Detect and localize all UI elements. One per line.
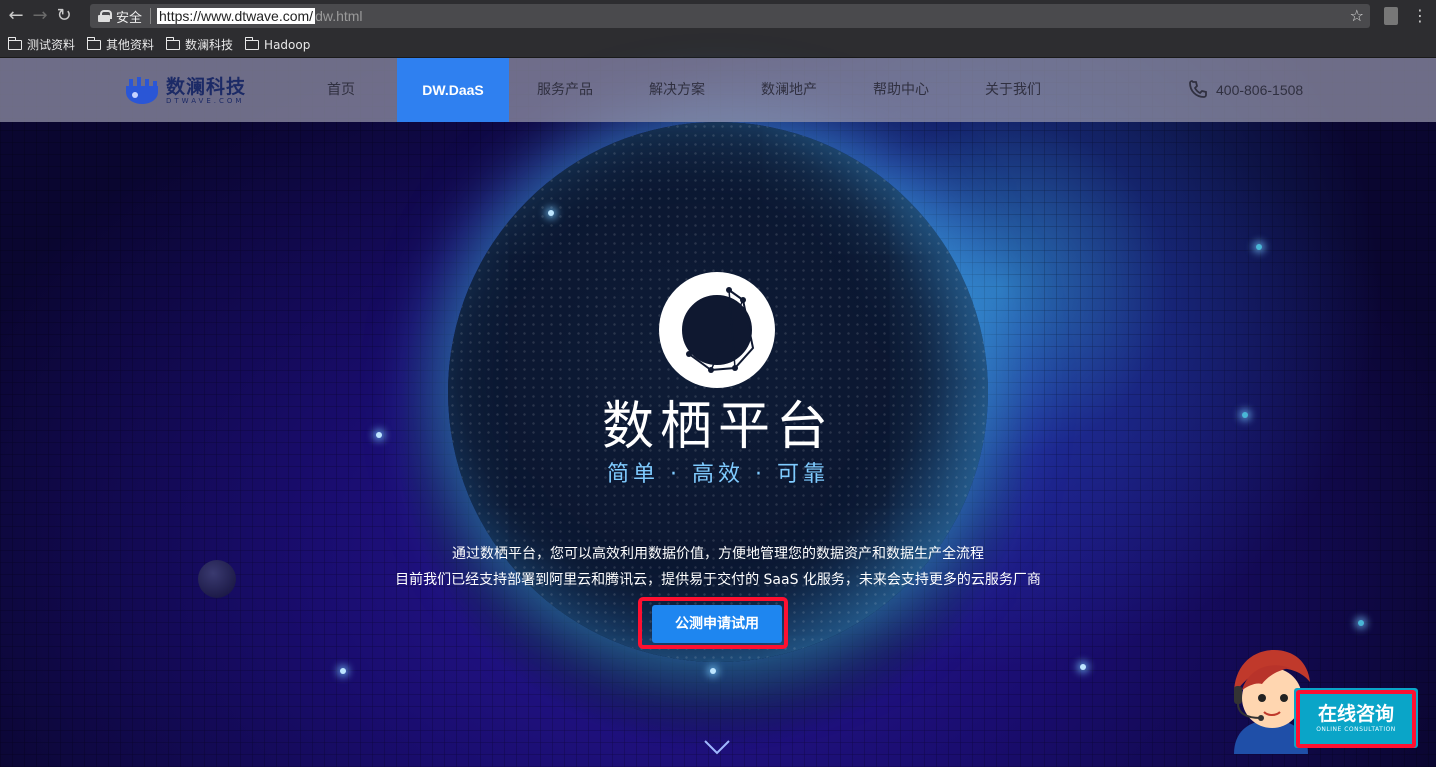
address-divider [150,8,152,24]
star-sparkle [1080,664,1086,670]
apply-trial-button[interactable]: 公测申请试用 [652,605,782,643]
nav-home[interactable]: 首页 [285,58,397,122]
nav-realestate[interactable]: 数澜地产 [733,58,845,122]
nav-dw-daas[interactable]: DW.DaaS [397,58,509,122]
hero-description-line2: 目前我们已经支持部署到阿里云和腾讯云，提供易于交付的 SaaS 化服务，未来会支… [395,572,1041,588]
lock-icon [98,10,112,22]
star-sparkle [340,668,346,674]
folder-icon [86,36,102,50]
platform-title: 数栖平台 [601,397,834,457]
logo-cn: 数澜科技 [166,76,247,98]
nav-help[interactable]: 帮助中心 [845,58,957,122]
star-sparkle [710,668,716,674]
consult-label-cn: 在线咨询 [1317,703,1394,725]
main-nav: 首页 DW.DaaS 服务产品 解决方案 数澜地产 帮助中心 关于我们 [285,58,1069,122]
back-icon[interactable]: ← [4,4,28,28]
star-sparkle [548,210,554,216]
consult-label-en: ONLINE CONSULTATION [1316,726,1396,733]
logo-text: 数澜科技 DTWAVE.COM [166,77,246,105]
scroll-down-chevron-icon[interactable] [703,737,731,757]
reload-icon[interactable]: ↻ [52,4,76,28]
folder-icon [7,36,22,50]
platform-tagline: 简单 · 高效 · 可靠 [607,462,829,487]
bookmark-star-icon[interactable]: ☆ [1350,4,1364,28]
bookmark-folder[interactable]: 其他资料 [86,36,155,53]
bookmark-label: 其他资料 [106,38,155,52]
folder-icon [165,36,181,50]
star-sparkle [1358,620,1364,626]
nav-solutions[interactable]: 解决方案 [621,58,733,122]
extension-icon[interactable] [1384,7,1398,25]
phone-number: 400-806-1508 [1216,82,1304,98]
phone-contact[interactable]: 400-806-1508 [1188,78,1303,102]
bookmark-folder[interactable]: 测试资料 [7,36,76,53]
secure-label: 安全 [116,10,143,26]
site-logo[interactable]: 数澜科技 DTWAVE.COM [122,74,246,108]
nav-about[interactable]: 关于我们 [957,58,1069,122]
phone-icon [1189,80,1207,98]
bookmarks-bar: 测试资料 其他资料 数澜科技 Hadoop [0,32,1436,58]
bookmark-folder[interactable]: Hadoop [244,36,311,52]
star-sparkle [376,432,382,438]
nav-products[interactable]: 服务产品 [509,58,621,122]
forward-icon[interactable]: → [28,4,52,28]
star-sparkle [1256,244,1262,250]
browser-toolbar: ← → ↻ 安全 https://www.dtwave.com/dw.html … [0,0,1436,32]
star-sparkle [1242,412,1248,418]
hero-description-line1: 通过数栖平台，您可以高效利用数据价值，方便地管理您的数据资产和数据生产全流程 [452,546,984,562]
bookmark-label: 数澜科技 [185,38,234,52]
bookmark-label: 测试资料 [27,38,76,52]
small-planet [198,560,236,598]
logo-en: DTWAVE.COM [166,97,245,105]
bookmark-folder[interactable]: 数澜科技 [165,36,234,53]
bookmark-label: Hadoop [264,37,311,52]
url-path[interactable]: dw.html [315,8,362,24]
folder-icon [244,36,260,50]
browser-menu-icon[interactable]: ⋮ [1412,4,1428,28]
logo-mark-icon [122,76,162,106]
url-host[interactable]: https://www.dtwave.com/ [157,8,316,24]
address-bar[interactable]: 安全 https://www.dtwave.com/dw.html ☆ [90,4,1370,28]
platform-logo-icon [659,272,775,388]
